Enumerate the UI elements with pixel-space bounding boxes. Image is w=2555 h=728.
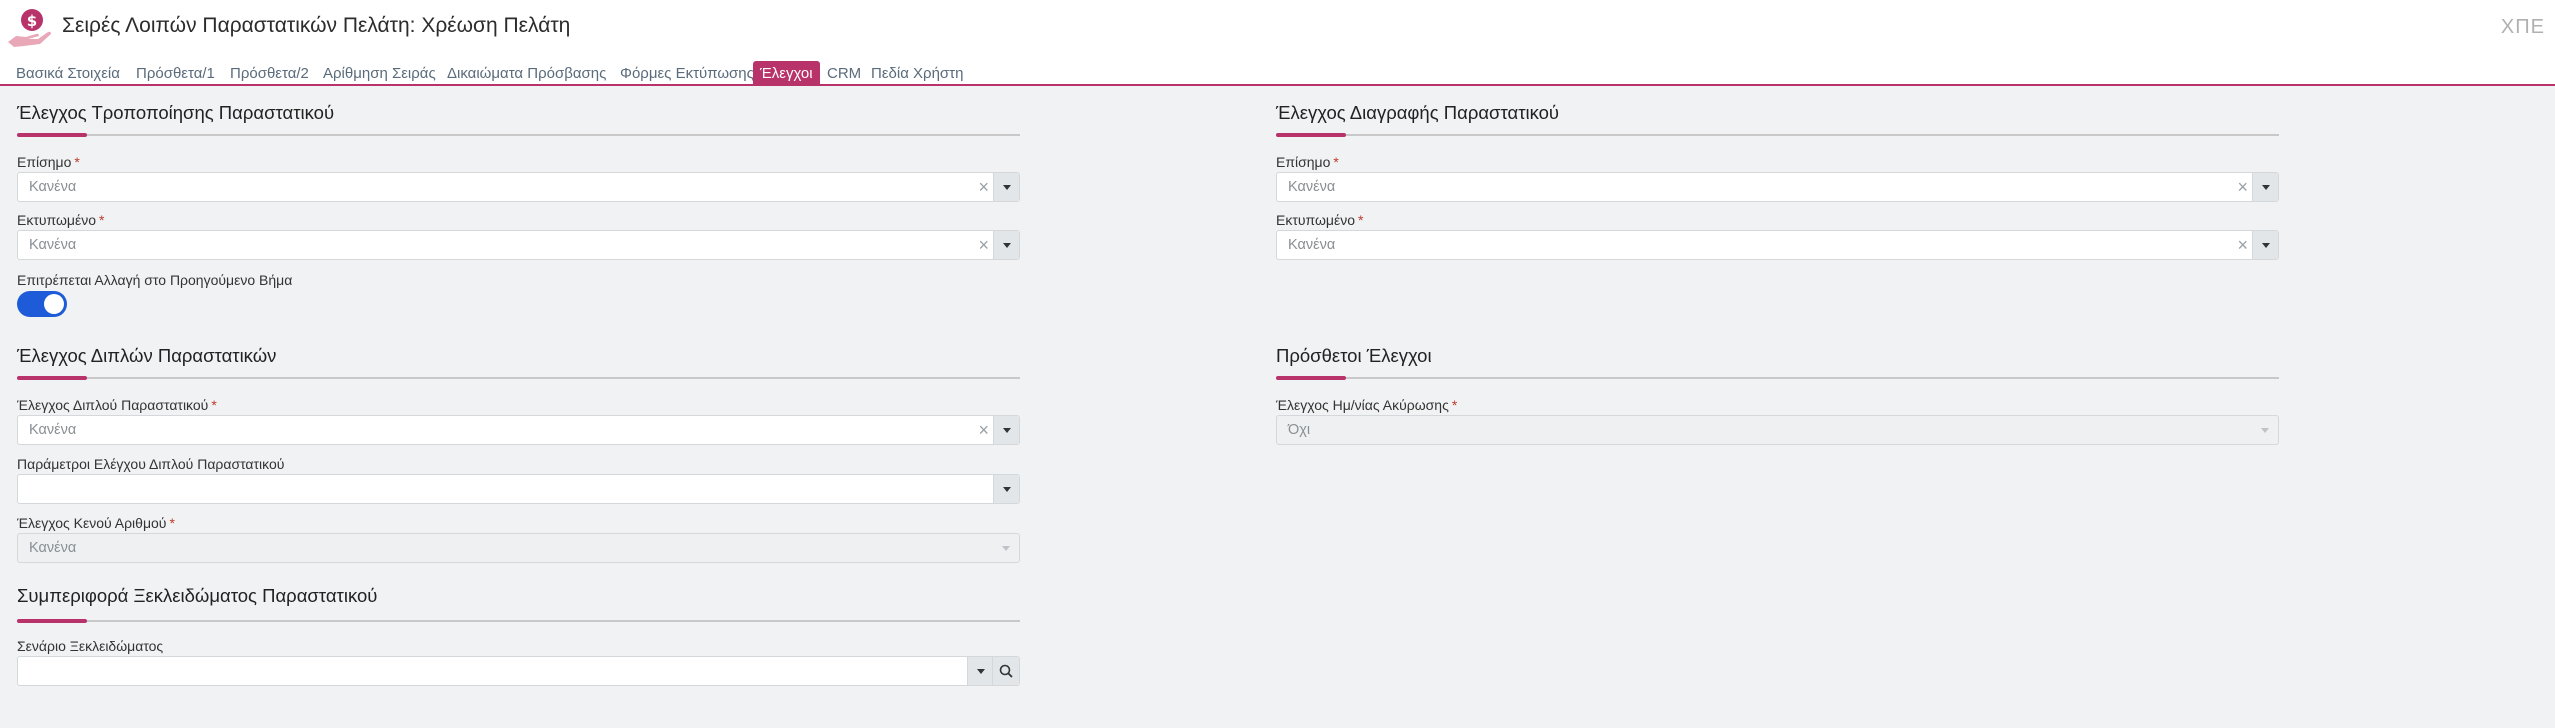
chevron-down-icon[interactable] bbox=[993, 173, 1019, 201]
tab-crm[interactable]: CRM bbox=[824, 61, 864, 86]
tab-extra-1[interactable]: Πρόσθετα/1 bbox=[133, 61, 218, 86]
tab-checks[interactable]: Έλεγχοι bbox=[753, 61, 820, 86]
section-accent bbox=[17, 619, 87, 623]
duplicate-check-label: Έλεγχος Διπλού Παραστατικού * bbox=[17, 397, 217, 413]
duplicate-check-select[interactable]: Κανένα × bbox=[17, 415, 1020, 445]
cancel-date-select: Όχι bbox=[1276, 415, 2279, 445]
clear-icon[interactable]: × bbox=[978, 416, 989, 444]
empty-number-select: Κανένα bbox=[17, 533, 1020, 563]
section-accent bbox=[1276, 133, 1346, 137]
user-initials[interactable]: ΧΠΕ bbox=[2501, 16, 2545, 39]
cancel-date-label: Έλεγχος Ημ/νίας Ακύρωσης * bbox=[1276, 397, 1458, 413]
tab-bar: Βασικά Στοιχεία Πρόσθετα/1 Πρόσθετα/2 Αρ… bbox=[0, 56, 2555, 86]
section-divider bbox=[1276, 134, 2279, 136]
chevron-down-icon bbox=[2252, 416, 2278, 444]
empty-number-label: Έλεγχος Κενού Αριθμού * bbox=[17, 515, 175, 531]
chevron-down-icon[interactable] bbox=[2252, 231, 2278, 259]
section-divider bbox=[17, 134, 1020, 136]
select-value: Κανένα bbox=[29, 237, 77, 253]
clear-icon[interactable]: × bbox=[978, 231, 989, 259]
allow-prev-step-label: Επιτρέπεται Αλλαγή στο Προηγούμενο Βήμα bbox=[17, 272, 293, 288]
chevron-down-icon[interactable] bbox=[2252, 173, 2278, 201]
select-value: Κανένα bbox=[1288, 179, 1336, 195]
section-accent bbox=[1276, 376, 1346, 380]
toggle-knob bbox=[44, 294, 64, 314]
tab-print-forms[interactable]: Φόρμες Εκτύπωσης bbox=[617, 61, 757, 86]
select-value: Κανένα bbox=[29, 422, 77, 438]
section-divider bbox=[17, 377, 1020, 379]
section-divider bbox=[17, 620, 1020, 622]
chevron-down-icon bbox=[993, 534, 1019, 562]
section-divider bbox=[1276, 377, 2279, 379]
section-accent bbox=[17, 376, 87, 380]
hand-dollar-icon: $ bbox=[8, 9, 51, 47]
section-accent bbox=[17, 133, 87, 137]
unlock-scenario-select[interactable] bbox=[17, 656, 1020, 686]
select-value: Όχι bbox=[1288, 422, 1311, 438]
edit-printed-label: Εκτυπωμένο * bbox=[17, 212, 105, 228]
tab-extra-2[interactable]: Πρόσθετα/2 bbox=[227, 61, 312, 86]
edit-official-label: Επίσημο * bbox=[17, 154, 80, 170]
tab-basic-info[interactable]: Βασικά Στοιχεία bbox=[13, 61, 123, 86]
clear-icon[interactable]: × bbox=[2237, 173, 2248, 201]
delete-printed-label: Εκτυπωμένο * bbox=[1276, 212, 1364, 228]
search-icon[interactable] bbox=[993, 657, 1019, 685]
duplicate-control-title: Έλεγχος Διπλών Παραστατικών bbox=[17, 345, 277, 366]
edit-control-title: Έλεγχος Τροποποίησης Παραστατικού bbox=[17, 102, 335, 123]
chevron-down-icon[interactable] bbox=[993, 475, 1019, 503]
edit-official-select[interactable]: Κανένα × bbox=[17, 172, 1020, 202]
delete-printed-select[interactable]: Κανένα × bbox=[1276, 230, 2279, 260]
clear-icon[interactable]: × bbox=[978, 173, 989, 201]
select-value: Κανένα bbox=[29, 540, 77, 556]
app-header: $ Σειρές Λοιπών Παραστατικών Πελάτη: Χρέ… bbox=[0, 0, 2555, 56]
duplicate-params-label: Παράμετροι Ελέγχου Διπλού Παραστατικού bbox=[17, 456, 285, 472]
unlock-behavior-title: Συμπεριφορά Ξεκλειδώματος Παραστατικού bbox=[17, 585, 378, 606]
delete-official-select[interactable]: Κανένα × bbox=[1276, 172, 2279, 202]
unlock-scenario-label: Σενάριο Ξεκλειδώματος bbox=[17, 638, 164, 654]
tab-series-numbering[interactable]: Αρίθμηση Σειράς bbox=[320, 61, 439, 86]
duplicate-params-select[interactable] bbox=[17, 474, 1020, 504]
select-value: Κανένα bbox=[29, 179, 77, 195]
delete-official-label: Επίσημο * bbox=[1276, 154, 1339, 170]
select-value: Κανένα bbox=[1288, 237, 1336, 253]
chevron-down-icon[interactable] bbox=[993, 416, 1019, 444]
tab-access-rights[interactable]: Δικαιώματα Πρόσβασης bbox=[444, 61, 609, 86]
allow-prev-step-toggle[interactable] bbox=[17, 291, 67, 317]
delete-control-title: Έλεγχος Διαγραφής Παραστατικού bbox=[1276, 102, 1560, 123]
clear-icon[interactable]: × bbox=[2237, 231, 2248, 259]
edit-printed-select[interactable]: Κανένα × bbox=[17, 230, 1020, 260]
tab-user-fields[interactable]: Πεδία Χρήστη bbox=[868, 61, 966, 86]
extra-controls-title: Πρόσθετοι Έλεγχοι bbox=[1276, 345, 1432, 366]
page-title: Σειρές Λοιπών Παραστατικών Πελάτη: Χρέωσ… bbox=[62, 14, 571, 37]
chevron-down-icon[interactable] bbox=[993, 231, 1019, 259]
chevron-down-icon[interactable] bbox=[967, 657, 993, 685]
svg-text:$: $ bbox=[27, 12, 37, 30]
